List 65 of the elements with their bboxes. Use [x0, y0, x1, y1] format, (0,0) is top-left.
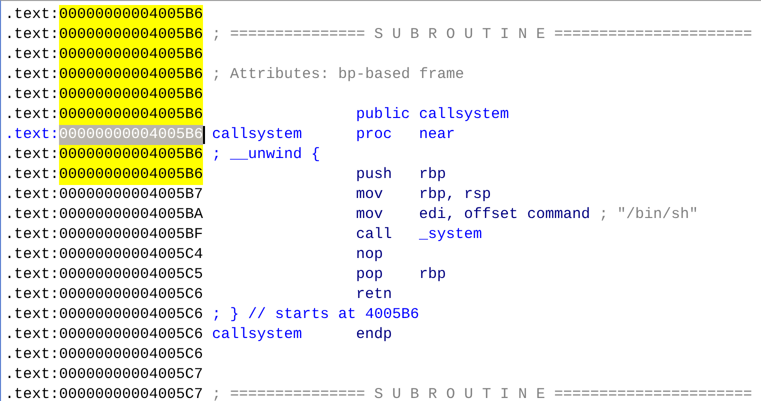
comment: ; =============== S U B R O U T I N E ====================== [212, 385, 752, 401]
address[interactable]: 00000000004005B6 [59, 25, 204, 45]
operand: _system [419, 225, 482, 245]
address[interactable]: 00000000004005BF [59, 225, 204, 245]
section-prefix: .text: [5, 285, 60, 305]
address[interactable]: 00000000004005C6 [59, 285, 204, 305]
operand: rbp [419, 165, 446, 185]
section-prefix: .text: [5, 165, 60, 185]
label: ; } // starts at 4005B6 [212, 305, 420, 325]
operand: edi, offset command [419, 205, 590, 225]
text-cursor [203, 126, 206, 144]
operand: rbp [419, 265, 446, 285]
address[interactable]: 00000000004005C4 [59, 245, 204, 265]
comment: ; =============== S U B R O U T I N E ====================== [212, 25, 752, 45]
label: callsystem [212, 325, 304, 345]
operand: rbp, rsp [419, 185, 492, 205]
address[interactable]: 00000000004005B6 [59, 165, 204, 185]
mnemonic: retn [356, 285, 394, 305]
section-prefix: .text: [5, 325, 60, 345]
section-prefix: .text: [5, 245, 60, 265]
address[interactable]: 00000000004005B6 [59, 45, 204, 65]
section-prefix: .text: [5, 205, 60, 225]
section-prefix: .text: [5, 385, 60, 401]
address[interactable]: 00000000004005C6 [59, 305, 204, 325]
address[interactable]: 00000000004005C7 [59, 385, 204, 401]
address[interactable]: 00000000004005C6 [59, 345, 204, 365]
comment: ; "/bin/sh" [599, 205, 698, 225]
section-prefix: .text: [5, 225, 60, 245]
address[interactable]: 00000000004005C5 [59, 265, 204, 285]
section-prefix: .text: [5, 365, 60, 385]
label: ; __unwind { [212, 145, 320, 165]
address[interactable]: 00000000004005B6 [59, 145, 204, 165]
section-prefix: .text: [5, 65, 60, 85]
mnemonic: endp [356, 325, 394, 345]
mnemonic: mov [356, 205, 384, 225]
address[interactable]: 00000000004005BA [59, 205, 204, 225]
section-prefix: .text: [5, 345, 60, 365]
section-prefix: .text: [5, 85, 60, 105]
address[interactable]: 00000000004005B6 [59, 85, 204, 105]
section-prefix: .text: [5, 185, 60, 205]
label: callsystem [212, 125, 304, 145]
address[interactable]: 00000000004005B6 [59, 5, 204, 25]
address[interactable]: 00000000004005B6 [59, 65, 204, 85]
section-prefix: .text: [5, 145, 60, 165]
mnemonic: nop [356, 245, 384, 265]
mnemonic: mov [356, 185, 384, 205]
section-prefix: .text: [5, 25, 60, 45]
comment: ; Attributes: bp-based frame [212, 65, 464, 85]
address[interactable]: 00000000004005B7 [59, 185, 204, 205]
section-prefix: .text: [5, 105, 60, 125]
address[interactable]: 00000000004005B6 [59, 105, 204, 125]
operand: callsystem [419, 105, 510, 125]
mnemonic: proc [356, 125, 394, 145]
address[interactable]: 00000000004005C6 [59, 325, 204, 345]
mnemonic: pop [356, 265, 384, 285]
address[interactable]: 00000000004005C7 [59, 365, 204, 385]
mnemonic: call [356, 225, 394, 245]
mnemonic: public [356, 105, 412, 125]
section-prefix: .text: [5, 305, 60, 325]
mnemonic: push [356, 165, 394, 185]
section-prefix: .text: [5, 45, 60, 65]
operand: near [419, 125, 456, 145]
section-prefix: .text: [5, 125, 60, 145]
section-prefix: .text: [5, 5, 60, 25]
section-prefix: .text: [5, 265, 60, 285]
